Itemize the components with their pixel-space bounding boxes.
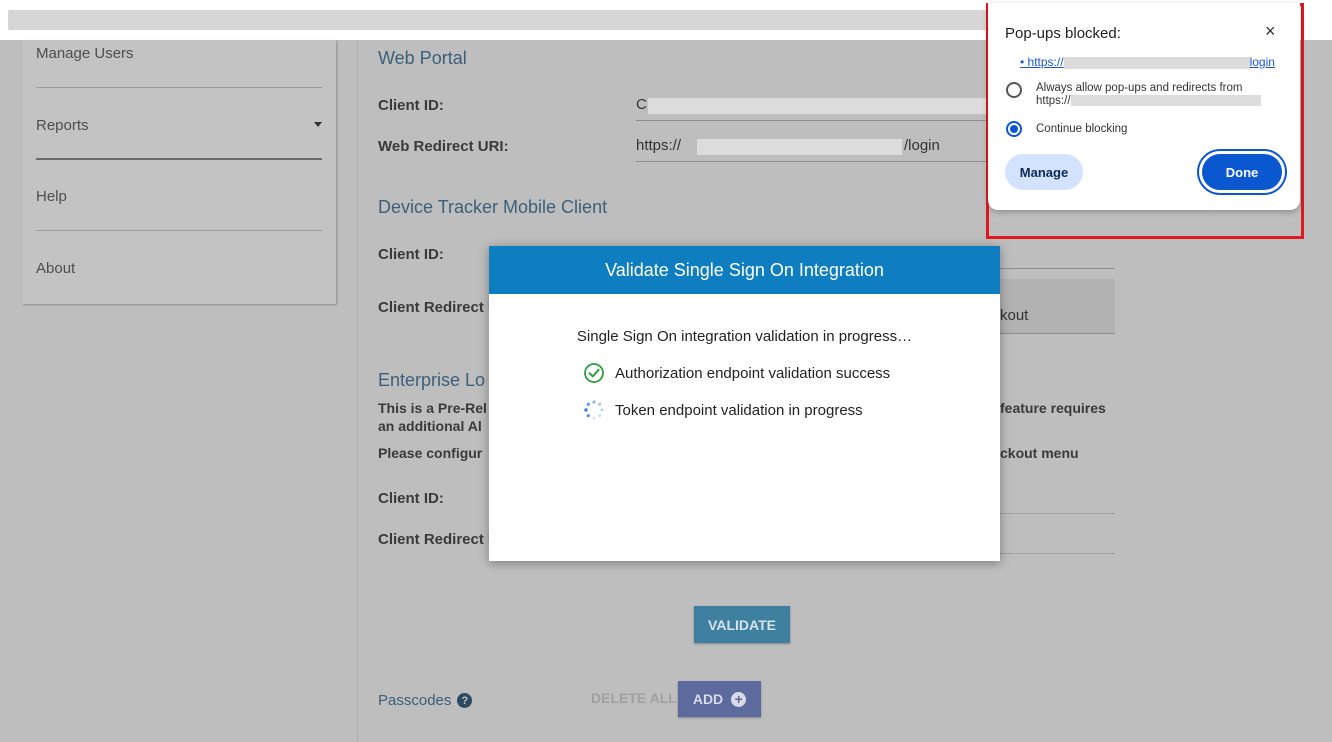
- sidebar-divider: [36, 87, 322, 88]
- web-client-id-value[interactable]: C: [636, 96, 647, 113]
- add-button[interactable]: ADD +: [678, 681, 761, 717]
- web-redirect-label: Web Redirect URI:: [378, 138, 509, 155]
- modal-step-token: Token endpoint validation in progress: [583, 399, 863, 421]
- sidebar-divider: [36, 230, 322, 231]
- enterprise-text-line1: This is a Pre-Rel: [378, 400, 487, 416]
- passcodes-label: Passcodes: [378, 692, 452, 709]
- radio-continue-blocking[interactable]: [1006, 121, 1022, 137]
- loading-spinner-icon: [584, 400, 604, 420]
- address-bar[interactable]: [8, 10, 988, 30]
- modal-step-authorization-text: Authorization endpoint validation succes…: [615, 364, 891, 382]
- sidebar-item-label: Manage Users: [36, 45, 134, 62]
- help-icon[interactable]: ?: [457, 693, 473, 708]
- enterprise-title: Enterprise Lo: [378, 370, 486, 390]
- enterprise-text-line3: Please configur: [378, 445, 483, 461]
- add-button-label: ADD: [692, 691, 724, 707]
- sidebar-divider: [36, 158, 322, 160]
- sidebar-item-label: Reports: [36, 117, 89, 134]
- validate-sso-modal: Validate Single Sign On Integration Sing…: [489, 246, 1000, 561]
- modal-title: Validate Single Sign On Integration: [605, 259, 884, 280]
- delete-all-button[interactable]: DELETE ALL: [591, 690, 677, 706]
- enterprise-text-line2: an additional Al: [378, 418, 482, 434]
- sidebar: Manage Users Reports Help About: [22, 40, 336, 304]
- sidebar-item-help[interactable]: Help: [36, 188, 322, 205]
- mobile-client-title: Device Tracker Mobile Client: [378, 197, 608, 217]
- modal-header: Validate Single Sign On Integration: [489, 246, 1000, 294]
- enterprise-redirect-underline: [1000, 553, 1115, 554]
- enterprise-redirect-label: Client Redirect U: [378, 531, 499, 548]
- sidebar-item-label: Help: [36, 188, 67, 205]
- always-allow-text: Always allow pop-ups and redirects from: [1036, 82, 1243, 94]
- manage-button[interactable]: Manage: [1005, 154, 1083, 190]
- sidebar-item-reports[interactable]: Reports: [36, 117, 322, 134]
- sidebar-item-label: About: [36, 260, 76, 277]
- popups-blocked-dialog: Pop-ups blocked: × • https:// login Alway…: [988, 3, 1300, 210]
- always-allow-label: Always allow pop-ups and redirects from …: [1036, 82, 1261, 108]
- web-client-id-label: Client ID:: [378, 97, 444, 114]
- caret-down-icon: [314, 122, 322, 127]
- modal-progress-text: Single Sign On integration validation in…: [576, 328, 913, 345]
- validate-button[interactable]: VALIDATE: [694, 606, 790, 643]
- sidebar-item-manage-users[interactable]: Manage Users: [36, 45, 322, 62]
- redacted-text: [697, 139, 902, 155]
- continue-blocking-label: Continue blocking: [1036, 123, 1128, 135]
- mobile-redirect-label: Client Redirect U: [378, 299, 499, 316]
- popup-title: Pop-ups blocked:: [1005, 25, 1121, 42]
- mobile-client-id-label: Client ID:: [378, 246, 444, 263]
- blocked-popup-link-suffix: login: [1249, 55, 1275, 69]
- blocked-popup-link-prefix: • https://: [1020, 55, 1064, 69]
- always-allow-url: https://: [1036, 95, 1071, 107]
- enterprise-text-line3-end: ckout menu: [1000, 445, 1079, 461]
- sidebar-item-about[interactable]: About: [36, 260, 322, 277]
- web-redirect-prefix[interactable]: https://: [636, 137, 681, 154]
- done-button[interactable]: Done: [1199, 151, 1285, 193]
- blocked-popup-link[interactable]: • https:// login: [1020, 55, 1275, 69]
- plus-circle-icon: +: [731, 691, 747, 707]
- redacted-text: [1070, 95, 1261, 107]
- web-redirect-underline: [636, 161, 986, 162]
- redacted-text: [648, 98, 988, 114]
- mobile-client-id-underline: [1000, 268, 1115, 269]
- enterprise-text-line1-end: feature requires: [1000, 400, 1106, 416]
- web-client-id-underline: [636, 120, 986, 121]
- redacted-text: [1063, 56, 1250, 69]
- modal-step-token-text: Token endpoint validation in progress: [615, 401, 863, 419]
- close-icon[interactable]: ×: [1265, 21, 1276, 42]
- web-redirect-suffix: /login: [904, 137, 940, 154]
- checkout-fragment: kout: [1000, 307, 1029, 324]
- passcodes-label-group: Passcodes ?: [378, 692, 473, 709]
- check-circle-icon: [584, 363, 604, 383]
- modal-step-authorization: Authorization endpoint validation succes…: [583, 362, 890, 384]
- content-divider: [357, 40, 358, 742]
- radio-always-allow[interactable]: [1006, 82, 1022, 98]
- web-portal-title: Web Portal: [378, 48, 467, 68]
- enterprise-client-id-underline: [1000, 513, 1115, 514]
- enterprise-client-id-label: Client ID:: [378, 490, 444, 507]
